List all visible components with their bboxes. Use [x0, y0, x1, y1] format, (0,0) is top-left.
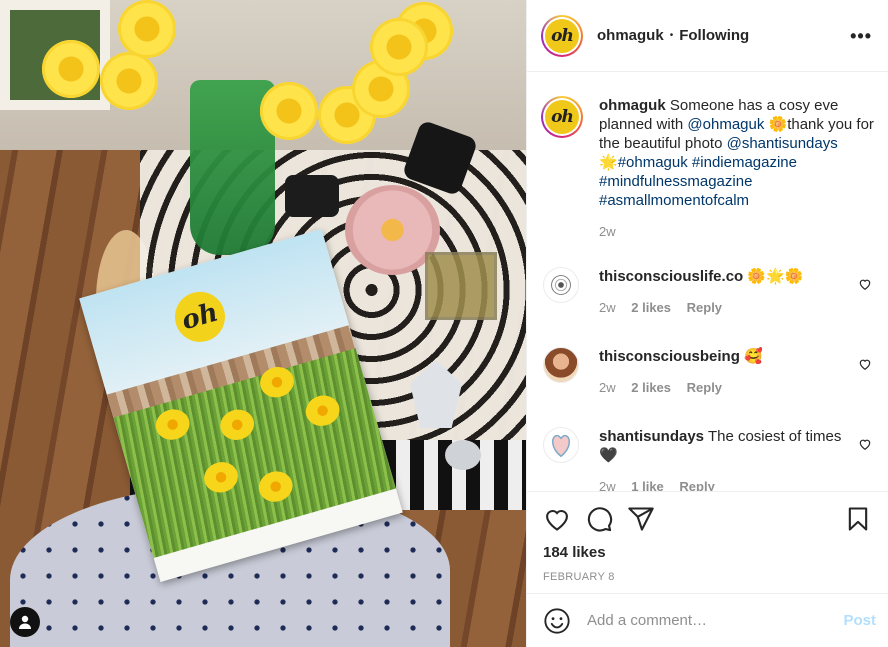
- hashtag-link[interactable]: #ohmaguk: [618, 154, 688, 171]
- comment-icon[interactable]: [585, 505, 613, 533]
- caption-text: ohmaguk Someone has a cosy eve planned w…: [599, 96, 881, 210]
- comment-heart-icon[interactable]: [858, 437, 872, 451]
- comment-heart-icon[interactable]: [858, 357, 872, 371]
- mention-link[interactable]: @shantisundays: [727, 135, 838, 152]
- caption-username[interactable]: ohmaguk: [599, 97, 666, 114]
- comments-scroll[interactable]: oh ohmaguk Someone has a cosy eve planne…: [527, 72, 888, 491]
- daffodil: [42, 40, 100, 98]
- user-tag-icon[interactable]: [10, 607, 40, 637]
- header-username[interactable]: ohmaguk: [597, 27, 664, 44]
- post-actions: 184 likes FEBRUARY 8: [527, 491, 888, 593]
- daffodil: [370, 18, 428, 76]
- timestamp[interactable]: 2w: [599, 224, 616, 239]
- flower-emoji: 🌼: [768, 116, 788, 133]
- separator-dot: •: [669, 30, 674, 41]
- heart-icon[interactable]: [543, 505, 571, 533]
- avatar-logo: oh: [545, 100, 579, 134]
- following-button[interactable]: Following: [679, 27, 749, 44]
- comment-time[interactable]: 2w: [599, 300, 616, 315]
- bookmark-icon[interactable]: [844, 505, 872, 533]
- post-button[interactable]: Post: [843, 612, 876, 629]
- mention-link[interactable]: @ohmaguk: [687, 116, 764, 133]
- comment-meta: 2w 2 likes Reply: [599, 300, 849, 315]
- comment-time[interactable]: 2w: [599, 380, 616, 395]
- comment-username[interactable]: thisconsciousbeing: [599, 348, 740, 365]
- avatar-logo: oh: [545, 18, 579, 53]
- comment: shantisundays The cosiest of times 🖤 2w …: [541, 427, 872, 491]
- comment-body: 🌼🌟🌼: [747, 268, 804, 285]
- hashtag-link[interactable]: #asmallmomentofcalm: [599, 192, 749, 209]
- instagram-post-modal: oh oh ohmaguk • Following ••• oh ohmaguk…: [0, 0, 888, 647]
- likes-count[interactable]: 184 likes: [543, 544, 872, 561]
- comment-likes[interactable]: 2 likes: [631, 380, 671, 395]
- comment-text: shantisundays The cosiest of times 🖤: [599, 427, 849, 465]
- comment-text: thisconsciousbeing 🥰: [599, 347, 849, 366]
- comment-body: 🥰: [744, 348, 763, 365]
- comment-likes[interactable]: 1 like: [631, 479, 664, 491]
- reply-button[interactable]: Reply: [687, 300, 722, 315]
- avatar[interactable]: [543, 267, 579, 303]
- comment-text: thisconsciouslife.co 🌼🌟🌼: [599, 267, 849, 286]
- comment-username[interactable]: thisconsciouslife.co: [599, 268, 743, 285]
- action-icons: [543, 504, 872, 534]
- avatar[interactable]: [543, 427, 579, 463]
- comment: thisconsciousbeing 🥰 2w 2 likes Reply: [541, 347, 872, 395]
- comment-meta: 2w 2 likes Reply: [599, 380, 849, 395]
- post-header: oh ohmaguk • Following •••: [527, 0, 888, 72]
- more-options-icon[interactable]: •••: [850, 27, 872, 45]
- avatar[interactable]: [543, 347, 579, 383]
- share-icon[interactable]: [627, 505, 655, 533]
- hashtag-link[interactable]: #mindfulnessmagazine: [599, 173, 752, 190]
- comment-username[interactable]: shantisundays: [599, 428, 704, 445]
- star-emoji: 🌟: [599, 154, 618, 171]
- caption: oh ohmaguk Someone has a cosy eve planne…: [541, 96, 874, 239]
- comment-likes[interactable]: 2 likes: [631, 300, 671, 315]
- daffodil: [260, 82, 318, 140]
- comment-time[interactable]: 2w: [599, 479, 616, 491]
- comment-heart-icon[interactable]: [858, 277, 872, 291]
- black-stone: [285, 175, 339, 217]
- daffodil: [118, 0, 176, 58]
- post-photo[interactable]: oh: [0, 0, 526, 647]
- avatar[interactable]: oh: [541, 96, 583, 138]
- post-panel: oh ohmaguk • Following ••• oh ohmaguk So…: [526, 0, 888, 647]
- avatar[interactable]: oh: [541, 14, 583, 57]
- comment-meta: 2w 1 like Reply: [599, 479, 849, 491]
- add-comment-bar: Post: [527, 593, 888, 647]
- comment-input[interactable]: [587, 612, 844, 629]
- daffodil: [100, 52, 158, 110]
- reply-button[interactable]: Reply: [687, 380, 722, 395]
- glass-jar: [425, 252, 497, 320]
- hashtag-link[interactable]: #indiemagazine: [692, 154, 797, 171]
- reply-button[interactable]: Reply: [679, 479, 714, 491]
- white-stone: [445, 440, 481, 470]
- smiley-icon[interactable]: [543, 607, 571, 635]
- caption-time[interactable]: 2w: [599, 224, 881, 239]
- post-date[interactable]: FEBRUARY 8: [543, 571, 872, 583]
- comment: thisconsciouslife.co 🌼🌟🌼 2w 2 likes Repl…: [541, 267, 872, 315]
